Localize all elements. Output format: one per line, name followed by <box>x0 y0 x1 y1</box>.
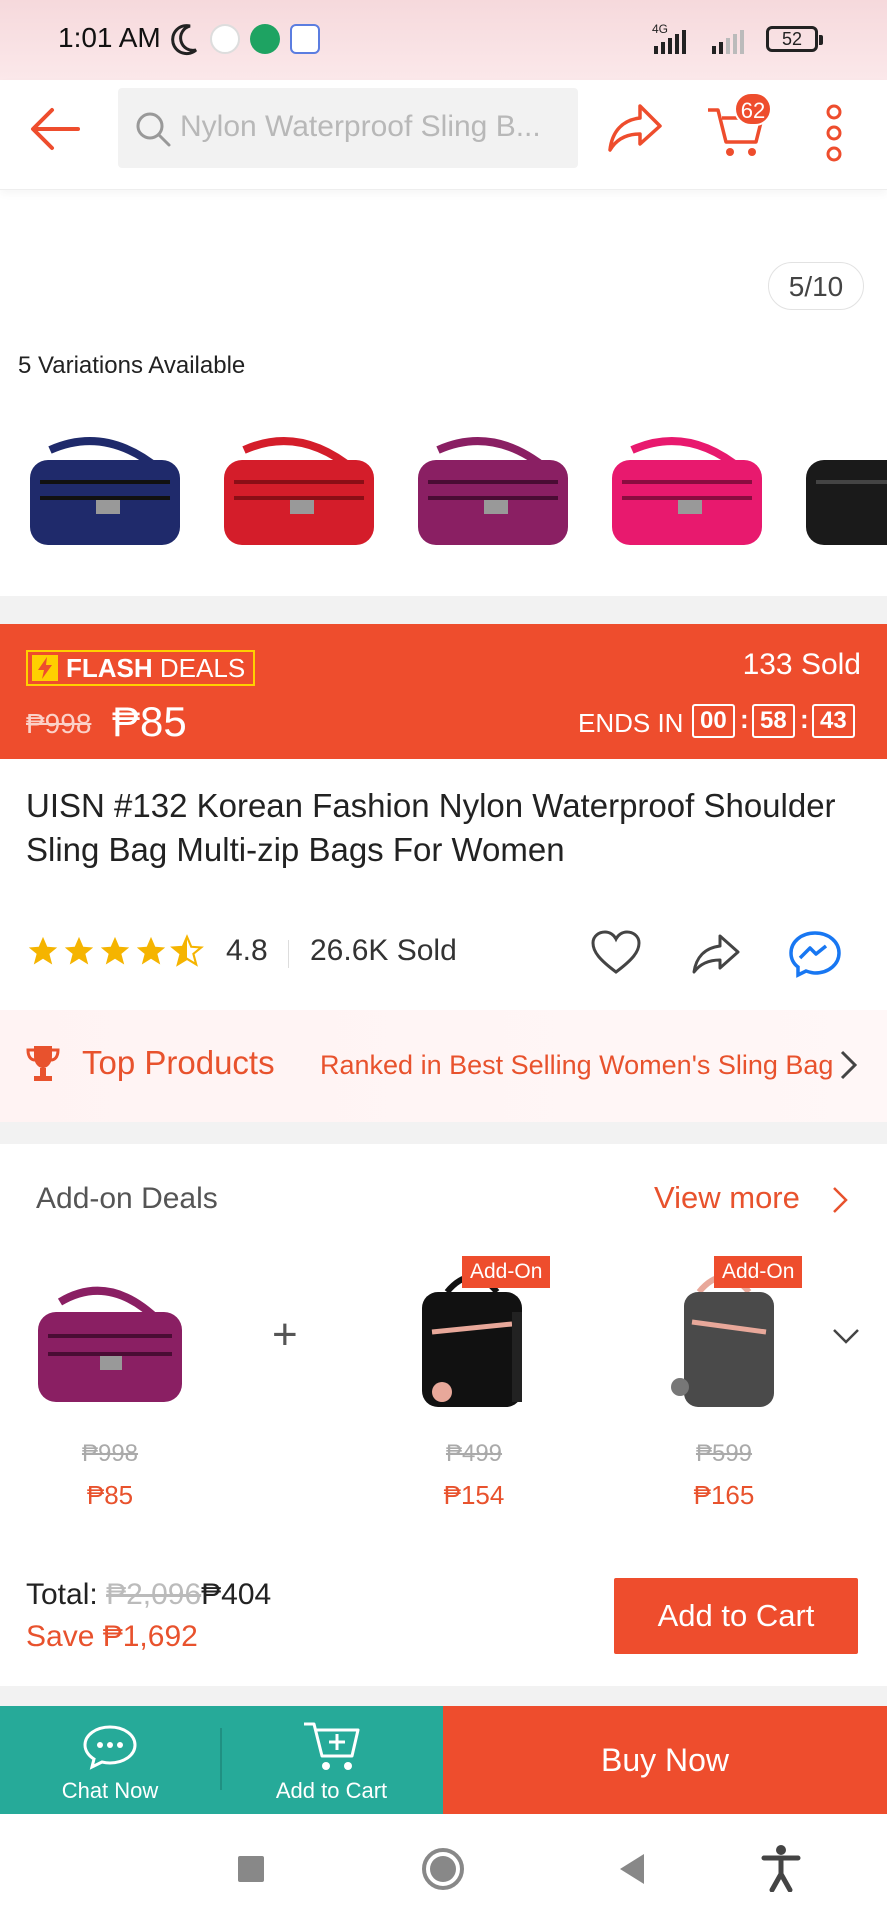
total-original-price: ₱2,096 <box>106 1578 202 1611</box>
addon-price: ₱154 <box>443 1480 505 1510</box>
app-notification-icon <box>290 24 320 54</box>
ranking-text: Ranked in Best Selling Women's Sling Bag <box>320 1050 834 1080</box>
battery-indicator: 52 <box>766 26 823 52</box>
addon-add-to-cart-button[interactable]: Add to Cart <box>614 1578 858 1654</box>
countdown-hours: 00 <box>692 704 735 738</box>
cart-count-badge: 62 <box>734 92 772 126</box>
lightning-icon <box>32 655 58 681</box>
back-arrow-icon[interactable] <box>28 102 82 156</box>
variation-thumb-4[interactable] <box>602 430 774 560</box>
star-icon <box>100 936 130 965</box>
section-divider <box>0 1686 887 1706</box>
save-amount: ₱1,692 <box>102 1620 198 1653</box>
buy-now-button[interactable]: Buy Now <box>443 1706 887 1814</box>
countdown-seconds: 43 <box>812 704 855 738</box>
countdown-colon: : <box>800 704 809 734</box>
chevron-right-icon <box>840 1050 858 1080</box>
add-to-cart-button[interactable]: Add to Cart <box>220 1706 443 1814</box>
addon-deals-title: Add-on Deals <box>36 1182 218 1215</box>
plus-sign: + <box>272 1310 298 1359</box>
addon-price: ₱85 <box>86 1480 134 1510</box>
share-icon[interactable] <box>606 100 664 156</box>
countdown-colon: : <box>740 704 749 734</box>
top-products-banner[interactable]: Top Products Ranked in Best Selling Wome… <box>0 1010 887 1122</box>
section-divider <box>0 596 887 624</box>
addon-badge: Add-On <box>714 1256 803 1288</box>
home-icon[interactable] <box>420 1846 466 1892</box>
variation-thumb-3[interactable] <box>408 430 580 560</box>
chat-icon <box>83 1725 137 1770</box>
save-label: Save <box>26 1620 95 1653</box>
play-store-icon <box>210 24 240 54</box>
add-cart-icon <box>304 1722 360 1770</box>
total-price: ₱404 <box>201 1578 272 1611</box>
rating-divider <box>288 940 289 968</box>
variation-thumb-2[interactable] <box>214 430 386 560</box>
ends-in-label: ENDS IN <box>578 708 684 738</box>
top-products-label: Top Products <box>82 1044 275 1081</box>
signal-icon <box>654 30 744 54</box>
recent-apps-icon[interactable] <box>236 1854 266 1884</box>
addon-badge: Add-On <box>462 1256 551 1288</box>
money-app-icon <box>250 24 280 54</box>
flash-price: ₱85 <box>112 698 187 745</box>
share-icon[interactable] <box>690 932 742 976</box>
image-page-counter: 5/10 <box>768 262 864 310</box>
chevron-right-icon[interactable] <box>830 1184 850 1216</box>
variation-thumb-5[interactable] <box>796 430 887 560</box>
search-icon <box>136 112 171 147</box>
top-nav: Nylon Waterproof Sling B... 62 <box>0 80 887 190</box>
chevron-down-icon[interactable] <box>830 1326 862 1348</box>
star-icon <box>28 936 58 965</box>
section-divider <box>0 1122 887 1144</box>
accessibility-icon[interactable] <box>760 1844 802 1892</box>
star-icon <box>136 936 166 965</box>
total-label: Total: <box>26 1578 98 1611</box>
bottom-action-bar: Chat Now Add to Cart Buy Now <box>0 1706 887 1814</box>
flash-deals-banner[interactable]: FLASH DEALS 133 Sold ₱998 ₱85 ENDS IN 00… <box>0 624 887 759</box>
addon-original-price: ₱599 <box>695 1440 753 1467</box>
rating-value: 4.8 <box>226 934 268 967</box>
moon-icon <box>171 24 198 56</box>
messenger-icon[interactable] <box>788 930 842 978</box>
chat-now-button[interactable]: Chat Now <box>0 1706 220 1814</box>
addon-total: Total: ₱2,096₱404 <box>26 1578 271 1612</box>
add-to-cart-label: Add to Cart <box>275 1778 388 1803</box>
countdown-minutes: 58 <box>752 704 795 738</box>
flash-deals-badge: FLASH DEALS <box>26 650 256 686</box>
system-nav-bar <box>0 1814 887 1920</box>
flash-original-price: ₱998 <box>26 708 92 739</box>
addon-original-price: ₱499 <box>445 1440 503 1467</box>
product-title: UISN #132 Korean Fashion Nylon Waterproo… <box>26 787 836 868</box>
view-more-link[interactable]: View more <box>654 1180 800 1216</box>
bar-divider <box>220 1728 222 1790</box>
star-icon <box>64 936 94 965</box>
search-placeholder: Nylon Waterproof Sling B... <box>180 110 541 143</box>
status-bar: 1:01 AM 4G 52 <box>0 0 887 80</box>
trophy-icon <box>26 1046 60 1081</box>
variation-thumb-1[interactable] <box>20 430 192 560</box>
addon-savings: Save ₱1,692 <box>26 1620 198 1654</box>
chat-now-label: Chat Now <box>61 1778 159 1803</box>
variations-label: 5 Variations Available <box>18 352 246 379</box>
flash-label: FLASH <box>66 653 153 683</box>
sold-count: 26.6K Sold <box>310 934 457 967</box>
flash-sold-count: 133 Sold <box>742 648 861 681</box>
addon-original-price: ₱998 <box>81 1440 139 1467</box>
heart-icon[interactable] <box>590 930 642 976</box>
status-time: 1:01 AM <box>58 22 161 53</box>
half-star-icon <box>170 934 204 967</box>
addon-product-image-1[interactable] <box>30 1262 190 1422</box>
rating-stars <box>26 934 206 973</box>
back-icon[interactable] <box>616 1852 648 1886</box>
deals-label: DEALS <box>152 653 246 683</box>
addon-price: ₱165 <box>693 1480 755 1510</box>
more-options-icon[interactable] <box>824 102 844 164</box>
search-bar[interactable]: Nylon Waterproof Sling B... <box>118 88 578 168</box>
